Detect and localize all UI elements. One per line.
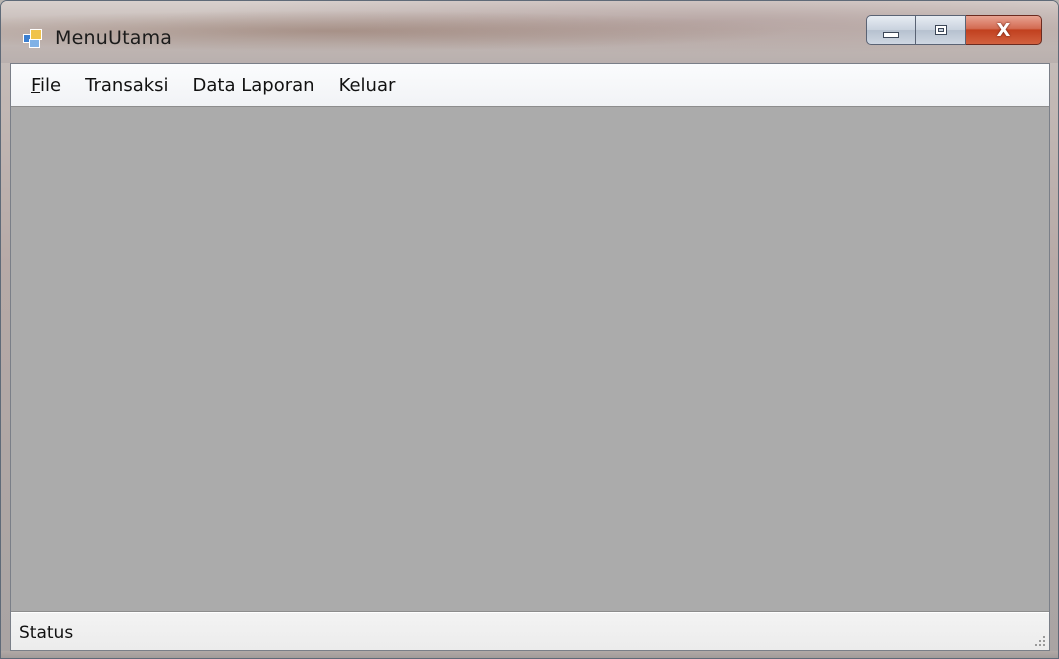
minimize-icon bbox=[883, 32, 899, 38]
form-client-area: File Transaksi Data Laporan Keluar Statu… bbox=[10, 63, 1050, 651]
menu-file-label: ile bbox=[40, 74, 62, 96]
status-bar: Status bbox=[11, 612, 1049, 650]
menu-file[interactable]: File bbox=[23, 71, 69, 100]
menu-transaksi[interactable]: Transaksi bbox=[77, 71, 176, 100]
menu-keluar[interactable]: Keluar bbox=[331, 71, 404, 100]
close-button[interactable]: X bbox=[966, 15, 1042, 45]
windows-form-icon[interactable] bbox=[23, 29, 42, 48]
maximize-button[interactable] bbox=[916, 15, 966, 45]
minimize-button[interactable] bbox=[866, 15, 916, 45]
status-label: Status bbox=[19, 623, 74, 643]
window-controls: X bbox=[866, 15, 1042, 47]
menu-bar: File Transaksi Data Laporan Keluar bbox=[11, 64, 1049, 106]
size-grip-icon[interactable] bbox=[1031, 632, 1045, 646]
mdi-container-area[interactable] bbox=[11, 106, 1049, 612]
window-title: MenuUtama bbox=[55, 27, 173, 49]
menu-file-mnemonic: F bbox=[31, 74, 41, 96]
window-bottom-border[interactable] bbox=[1, 651, 1058, 658]
menu-data-laporan[interactable]: Data Laporan bbox=[185, 71, 323, 100]
close-icon: X bbox=[996, 19, 1011, 41]
maximize-icon bbox=[934, 25, 947, 35]
main-window: MenuUtama X File Transaksi Data Laporan … bbox=[0, 0, 1059, 659]
title-bar[interactable]: MenuUtama X bbox=[1, 1, 1058, 63]
